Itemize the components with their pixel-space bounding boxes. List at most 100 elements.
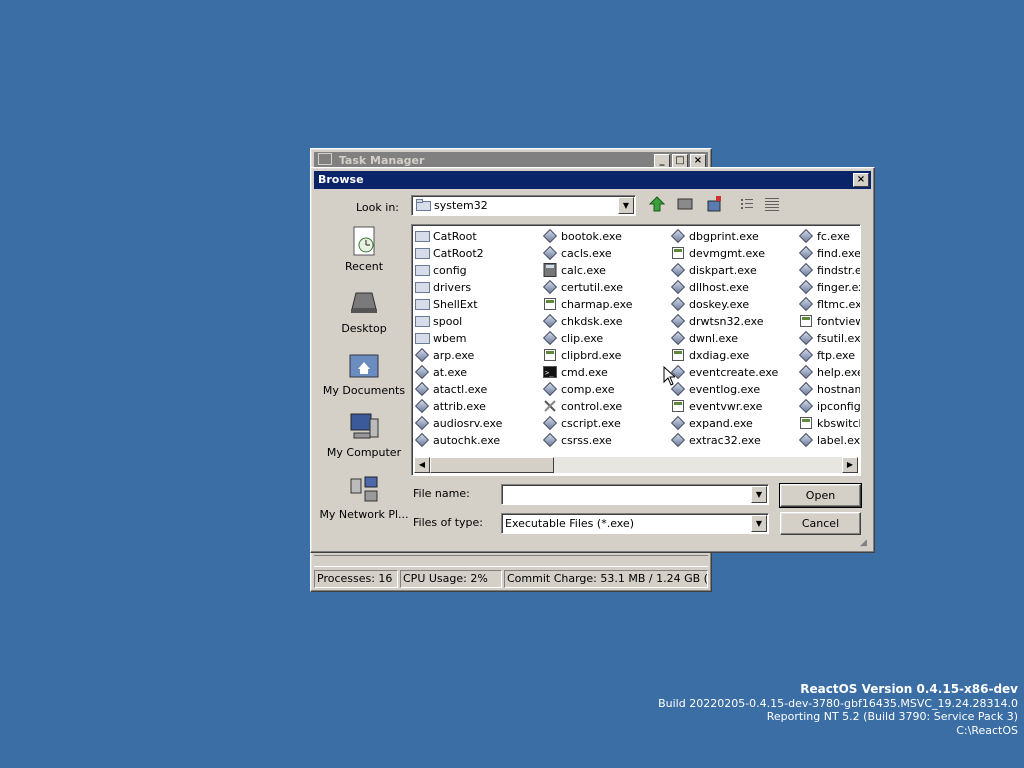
file-item[interactable]: expand.exe: [670, 415, 795, 432]
executable-icon: [670, 330, 686, 346]
maximize-button[interactable]: □: [672, 154, 688, 168]
filetype-combobox[interactable]: Executable Files (*.exe) ▼: [501, 513, 769, 534]
details-view-button[interactable]: [761, 195, 783, 216]
close-button[interactable]: ×: [690, 154, 706, 168]
file-item[interactable]: drwtsn32.exe: [670, 313, 795, 330]
file-item[interactable]: autochk.exe: [414, 432, 539, 449]
place-recent[interactable]: Recent: [319, 225, 409, 273]
task-manager-icon: [318, 153, 332, 165]
file-item[interactable]: dwnl.exe: [670, 330, 795, 347]
filetype-label: Files of type:: [413, 516, 484, 529]
file-item[interactable]: clip.exe: [542, 330, 667, 347]
folder-icon: [415, 246, 430, 260]
file-item[interactable]: >_ cmd.exe: [543, 364, 667, 381]
horizontal-scrollbar[interactable]: ◀ ▶: [414, 457, 858, 473]
minimize-button[interactable]: _: [654, 154, 670, 168]
file-item[interactable]: help.exe: [798, 364, 860, 381]
file-item[interactable]: hostname: [798, 381, 860, 398]
scroll-right-icon[interactable]: ▶: [842, 457, 858, 473]
file-name: cacls.exe: [561, 247, 612, 260]
file-item[interactable]: clipbrd.exe: [543, 347, 667, 364]
browse-dialog[interactable]: Browse × Look in: system32 ▼ Recent Desk…: [310, 167, 875, 553]
executable-icon: [542, 415, 558, 431]
file-item[interactable]: fsutil.exe: [798, 330, 860, 347]
file-item[interactable]: CatRoot2: [415, 245, 539, 262]
new-folder-button[interactable]: [704, 195, 726, 216]
file-item[interactable]: label.exe: [798, 432, 860, 449]
folder-icon: [415, 331, 430, 345]
lookin-combobox[interactable]: system32 ▼: [411, 195, 636, 216]
my-network-icon: [350, 476, 378, 502]
up-folder-button[interactable]: [646, 195, 668, 216]
file-item[interactable]: charmap.exe: [543, 296, 667, 313]
file-item[interactable]: bootok.exe: [542, 228, 667, 245]
scroll-left-icon[interactable]: ◀: [414, 457, 430, 473]
file-item[interactable]: dbgprint.exe: [670, 228, 795, 245]
place-my-documents[interactable]: My Documents: [319, 349, 409, 397]
file-item[interactable]: diskpart.exe: [670, 262, 795, 279]
desktop-button[interactable]: [674, 195, 696, 216]
file-item[interactable]: find.exe: [798, 245, 860, 262]
file-item[interactable]: devmgmt.exe: [671, 245, 795, 262]
file-item[interactable]: attrib.exe: [414, 398, 539, 415]
file-item[interactable]: kbswitch.: [799, 415, 860, 432]
file-item[interactable]: ShellExt: [415, 296, 539, 313]
file-item[interactable]: cscript.exe: [542, 415, 667, 432]
place-my-computer[interactable]: My Computer: [319, 411, 409, 459]
file-item[interactable]: eventvwr.exe: [671, 398, 795, 415]
resize-grip-icon[interactable]: ◢: [860, 538, 872, 550]
file-item[interactable]: findstr.ex: [798, 262, 860, 279]
file-item[interactable]: chkdsk.exe: [542, 313, 667, 330]
executable-icon: [798, 330, 814, 346]
control-panel-icon: [543, 399, 557, 413]
browse-titlebar[interactable]: Browse ×: [314, 171, 871, 189]
file-item[interactable]: extrac32.exe: [670, 432, 795, 449]
file-item[interactable]: finger.exe: [798, 279, 860, 296]
chevron-down-icon[interactable]: ▼: [751, 486, 767, 503]
file-item[interactable]: fontview.: [799, 313, 860, 330]
file-item[interactable]: certutil.exe: [542, 279, 667, 296]
cancel-button[interactable]: Cancel: [780, 512, 861, 535]
file-item[interactable]: ipconfig.e: [798, 398, 860, 415]
file-item[interactable]: fc.exe: [798, 228, 860, 245]
file-name: clip.exe: [561, 332, 604, 345]
file-item[interactable]: cacls.exe: [542, 245, 667, 262]
file-item[interactable]: eventlog.exe: [670, 381, 795, 398]
application-icon: [799, 314, 813, 328]
file-item[interactable]: control.exe: [543, 398, 667, 415]
file-item[interactable]: dllhost.exe: [670, 279, 795, 296]
my-documents-icon: [349, 354, 379, 378]
file-item[interactable]: eventcreate.exe: [670, 364, 795, 381]
file-item[interactable]: drivers: [415, 279, 539, 296]
place-desktop[interactable]: Desktop: [319, 287, 409, 335]
folder-icon: [415, 280, 430, 294]
file-item[interactable]: CatRoot: [415, 228, 539, 245]
file-item[interactable]: audiosrv.exe: [414, 415, 539, 432]
file-item[interactable]: atactl.exe: [414, 381, 539, 398]
file-item[interactable]: at.exe: [414, 364, 539, 381]
file-item[interactable]: comp.exe: [542, 381, 667, 398]
file-item[interactable]: doskey.exe: [670, 296, 795, 313]
mouse-cursor-icon: [663, 366, 675, 386]
chevron-down-icon[interactable]: ▼: [751, 515, 767, 532]
file-item[interactable]: ftp.exe: [798, 347, 860, 364]
file-item[interactable]: wbem: [415, 330, 539, 347]
executable-icon: [542, 245, 558, 261]
open-button[interactable]: Open: [779, 483, 862, 508]
file-item[interactable]: csrss.exe: [542, 432, 667, 449]
file-item[interactable]: dxdiag.exe: [671, 347, 795, 364]
place-my-network[interactable]: My Network Pl...: [319, 473, 409, 521]
filename-combobox[interactable]: ▼: [501, 484, 769, 505]
file-name: ShellExt: [433, 298, 478, 311]
browse-close-button[interactable]: ×: [853, 173, 869, 187]
file-item[interactable]: arp.exe: [414, 347, 539, 364]
file-name: arp.exe: [433, 349, 475, 362]
chevron-down-icon[interactable]: ▼: [618, 197, 634, 214]
scrollbar-thumb[interactable]: [430, 457, 554, 473]
file-item[interactable]: config: [415, 262, 539, 279]
file-list[interactable]: CatRoot CatRoot2 config drivers ShellExt spoo…: [411, 224, 861, 476]
list-view-button[interactable]: [736, 195, 758, 216]
file-item[interactable]: fltmc.exe: [798, 296, 860, 313]
file-item[interactable]: calc.exe: [543, 262, 667, 279]
file-item[interactable]: spool: [415, 313, 539, 330]
